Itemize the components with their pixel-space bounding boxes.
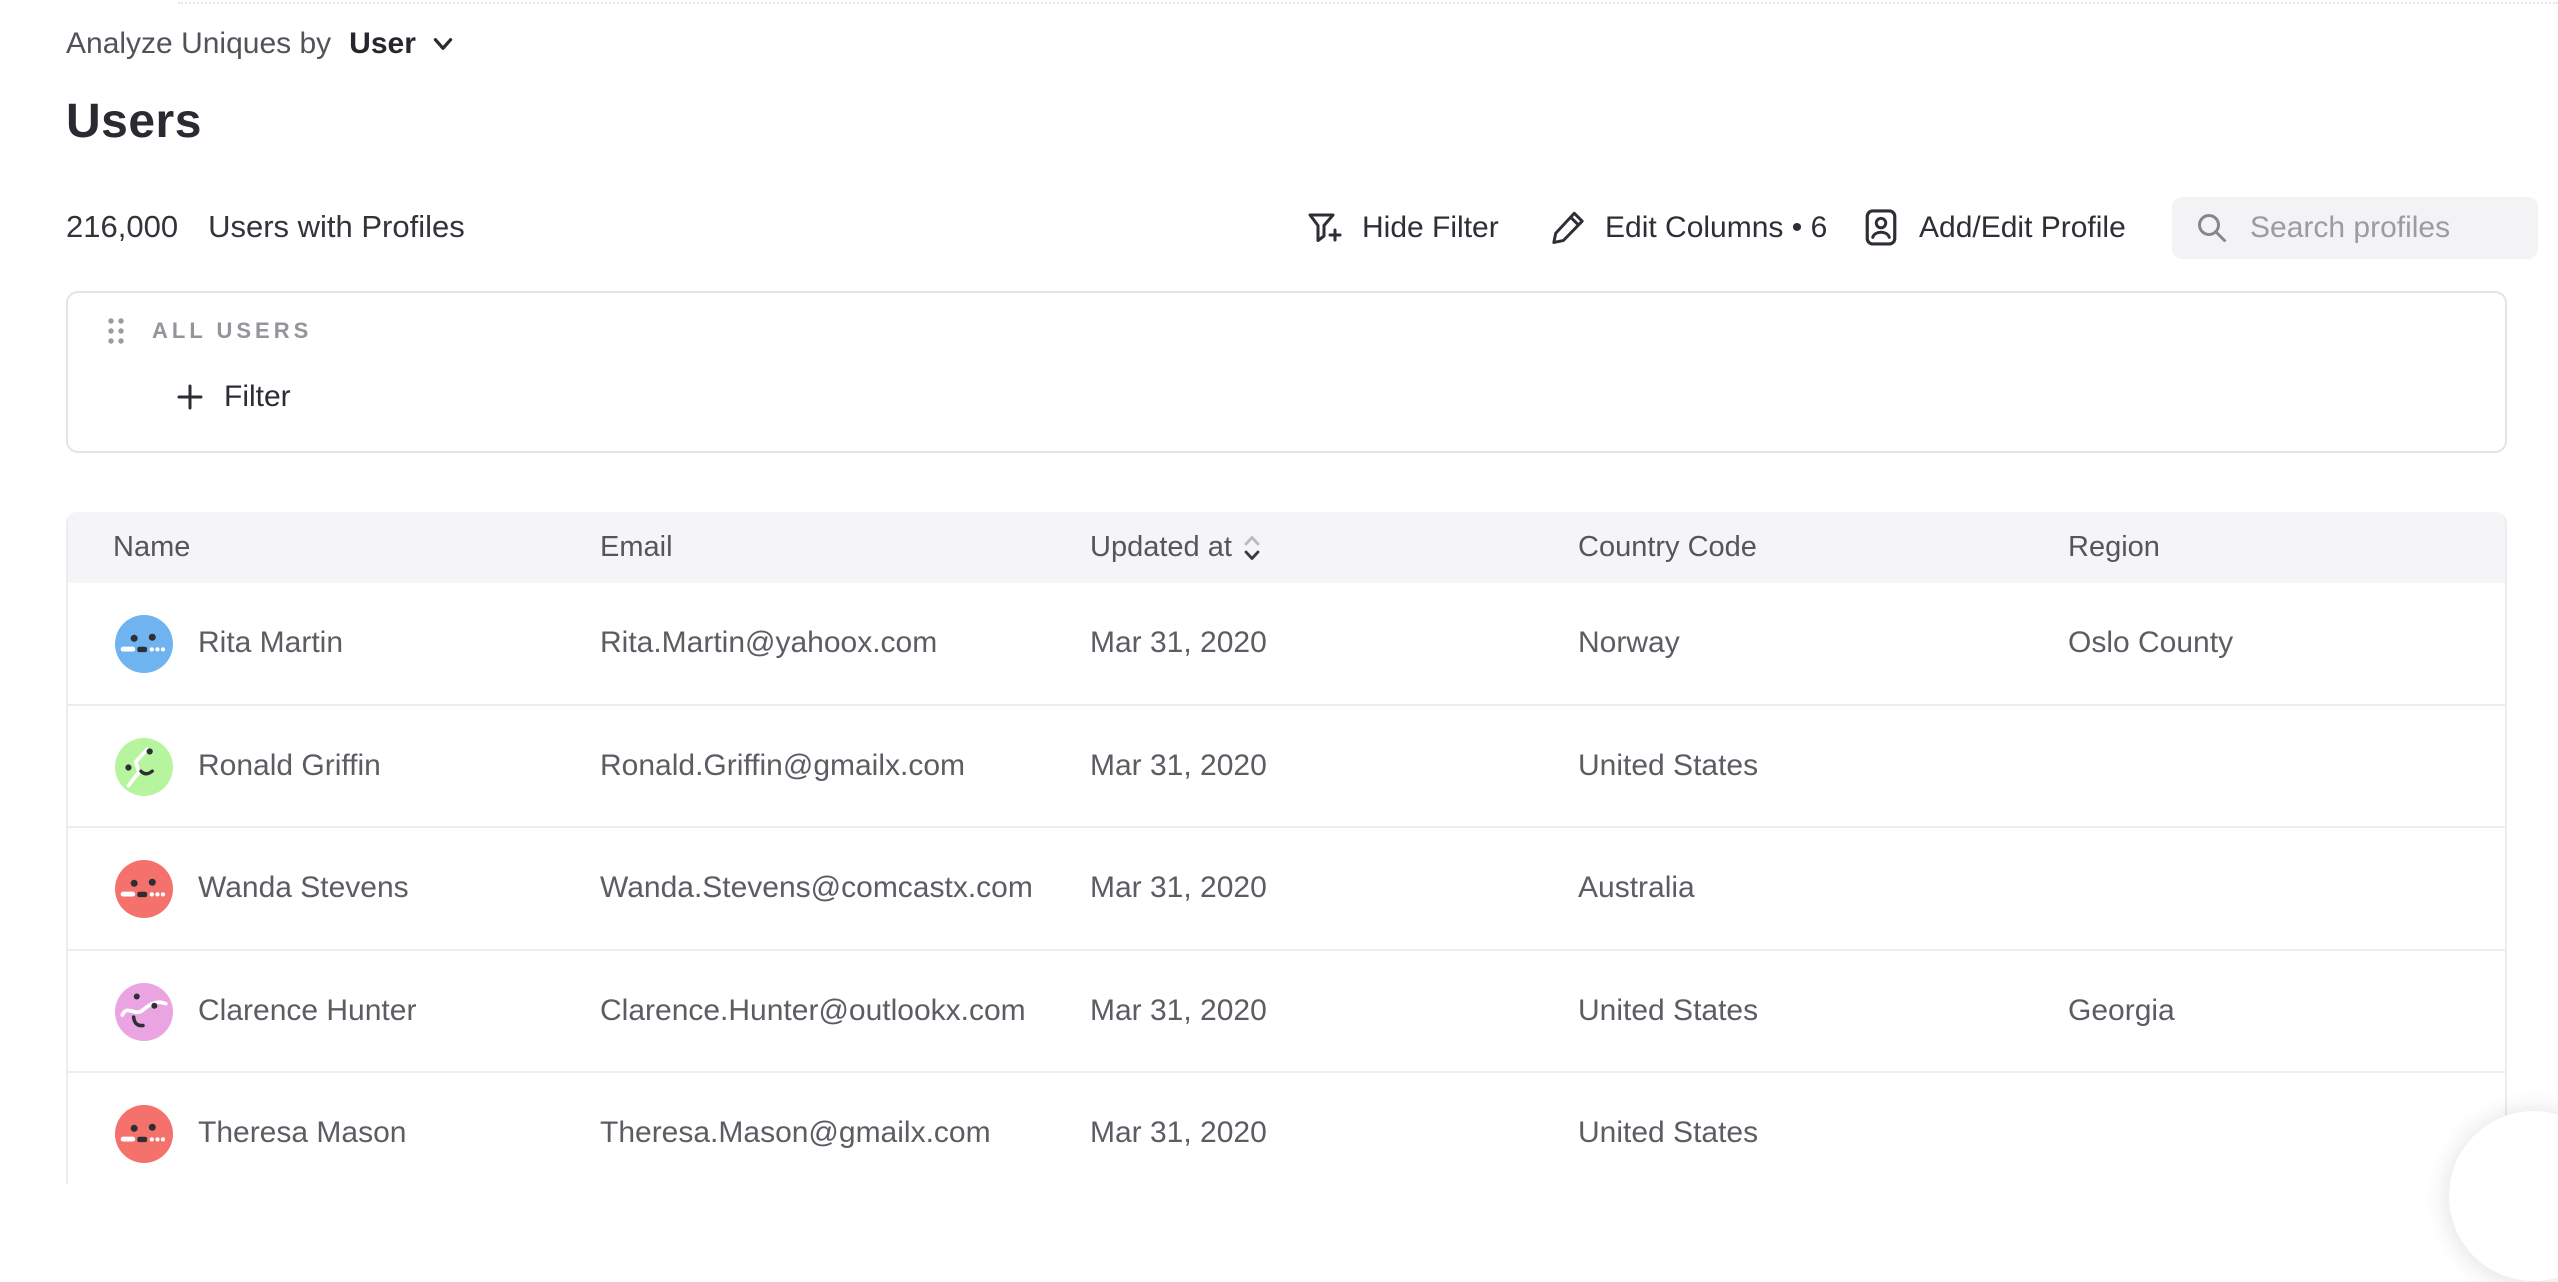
avatar-face-icon: [115, 860, 173, 918]
add-edit-profile-label: Add/Edit Profile: [1919, 211, 2126, 245]
table-row[interactable]: Rita Martin Rita.Martin@yahoox.com Mar 3…: [68, 583, 2505, 706]
table-row[interactable]: Wanda Stevens Wanda.Stevens@comcastx.com…: [68, 828, 2505, 951]
row-country-code: Norway: [1578, 583, 1680, 703]
hide-filter-button[interactable]: Hide Filter: [1302, 195, 1499, 261]
analyze-uniques-row: Analyze Uniques by User: [66, 22, 456, 66]
edit-columns-button[interactable]: Edit Columns • 6: [1547, 195, 1827, 261]
avatar-face-icon: [115, 983, 173, 1041]
plus-icon: [174, 381, 206, 413]
sort-chevrons-icon: [1242, 532, 1262, 564]
search-input[interactable]: [2248, 210, 2516, 246]
row-region: Oslo County: [2068, 583, 2233, 703]
search-box[interactable]: [2172, 197, 2538, 259]
row-email: Ronald.Griffin@gmailx.com: [600, 706, 965, 826]
row-name: Rita Martin: [198, 583, 343, 703]
edit-columns-label: Edit Columns • 6: [1605, 211, 1827, 245]
column-header-country-code[interactable]: Country Code: [1578, 512, 1757, 583]
row-name: Clarence Hunter: [198, 951, 416, 1071]
row-updated-at: Mar 31, 2020: [1090, 951, 1267, 1071]
row-updated-at: Mar 31, 2020: [1090, 583, 1267, 703]
row-country-code: Australia: [1578, 828, 1695, 948]
table-row[interactable]: Ronald Griffin Ronald.Griffin@gmailx.com…: [68, 706, 2505, 829]
row-country-code: United States: [1578, 1073, 1758, 1184]
table-row[interactable]: Theresa Mason Theresa.Mason@gmailx.com M…: [68, 1073, 2505, 1184]
row-name: Theresa Mason: [198, 1073, 406, 1184]
column-header-email[interactable]: Email: [600, 512, 673, 583]
row-email: Clarence.Hunter@outlookx.com: [600, 951, 1026, 1071]
drag-handle-icon[interactable]: [104, 315, 128, 347]
row-region: Georgia: [2068, 951, 2175, 1071]
contact-card-icon: [1859, 206, 1903, 250]
row-name: Ronald Griffin: [198, 706, 381, 826]
row-updated-at: Mar 31, 2020: [1090, 706, 1267, 826]
column-header-region[interactable]: Region: [2068, 512, 2160, 583]
avatar-face-icon: [115, 1105, 173, 1163]
row-updated-at: Mar 31, 2020: [1090, 828, 1267, 948]
avatar-face-icon: [115, 738, 173, 796]
row-country-code: United States: [1578, 951, 1758, 1071]
hide-filter-label: Hide Filter: [1362, 211, 1499, 245]
chevron-down-icon: [430, 31, 456, 57]
add-edit-profile-button[interactable]: Add/Edit Profile: [1859, 195, 2126, 261]
table-body: Rita Martin Rita.Martin@yahoox.com Mar 3…: [68, 583, 2505, 1184]
column-header-updated-at[interactable]: Updated at: [1090, 512, 1262, 583]
filter-panel: ALL USERS Filter: [66, 291, 2507, 453]
analyze-by-value: User: [349, 27, 416, 61]
users-table: Name Email Updated at Country Code Regio…: [66, 512, 2507, 1184]
column-header-name[interactable]: Name: [113, 512, 190, 583]
row-updated-at: Mar 31, 2020: [1090, 1073, 1267, 1184]
analyze-by-dropdown[interactable]: User: [349, 27, 456, 61]
add-filter-button[interactable]: Filter: [174, 375, 291, 419]
table-header: Name Email Updated at Country Code Regio…: [68, 512, 2505, 583]
analyze-by-label: Analyze Uniques by: [66, 27, 331, 61]
toolbar: Hide Filter Edit Columns • 6 Add/Edit Pr…: [0, 195, 2558, 261]
avatar-face-icon: [115, 615, 173, 673]
add-filter-label: Filter: [224, 380, 291, 414]
search-icon: [2194, 210, 2230, 246]
pencil-icon: [1547, 207, 1589, 249]
row-email: Wanda.Stevens@comcastx.com: [600, 828, 1033, 948]
filter-group-label: ALL USERS: [152, 318, 312, 344]
table-row[interactable]: Clarence Hunter Clarence.Hunter@outlookx…: [68, 951, 2505, 1074]
row-email: Rita.Martin@yahoox.com: [600, 583, 937, 703]
row-name: Wanda Stevens: [198, 828, 409, 948]
page-title: Users: [66, 94, 202, 149]
row-email: Theresa.Mason@gmailx.com: [600, 1073, 991, 1184]
funnel-plus-icon: [1302, 206, 1346, 250]
row-country-code: United States: [1578, 706, 1758, 826]
top-divider: [178, 2, 2558, 4]
